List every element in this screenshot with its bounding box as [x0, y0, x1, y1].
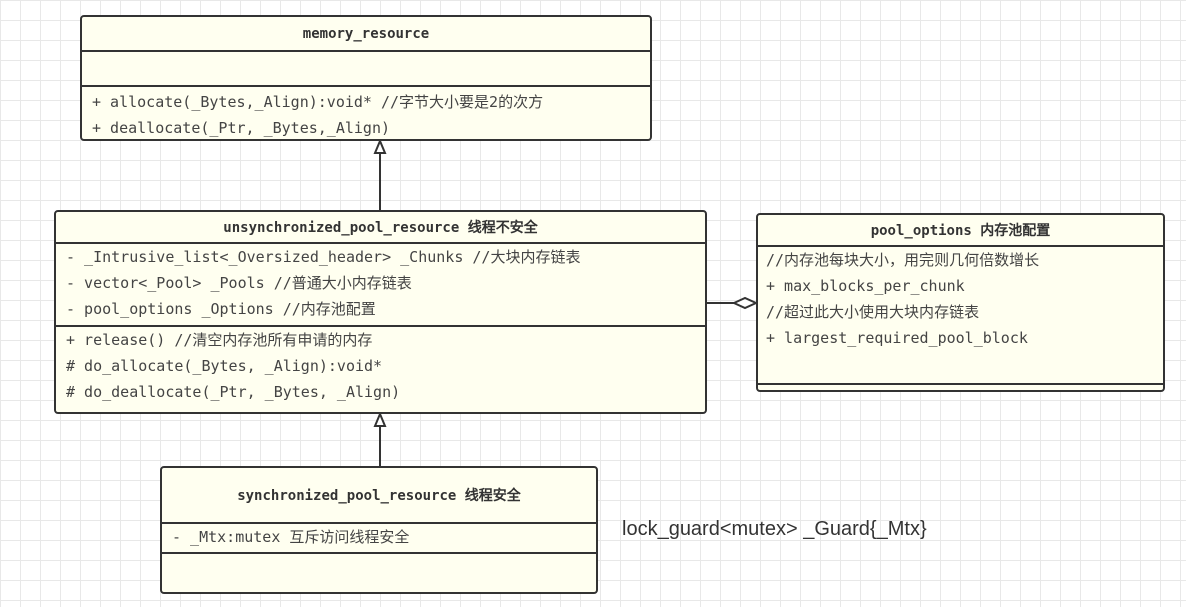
method: # do_allocate(_Bytes, _Align):void* — [66, 357, 383, 375]
comment: //内存池每块大小，用完则几何倍数增长 — [766, 251, 1040, 269]
attribute: - pool_options _Options //内存池配置 — [66, 300, 376, 318]
attribute: - _Intrusive_list<_Oversized_header> _Ch… — [66, 248, 581, 266]
methods-section: + allocate(_Bytes,_Align):void* //字节大小要是… — [82, 87, 650, 143]
inheritance-arrow-sync-to-unsync — [373, 411, 387, 466]
class-title: unsynchronized_pool_resource 线程不安全 — [56, 212, 705, 244]
class-title: memory_resource — [82, 17, 650, 52]
inheritance-arrow-unsync-to-memory — [373, 138, 387, 210]
methods-section — [162, 554, 596, 558]
attributes-section: //内存池每块大小，用完则几何倍数增长 + max_blocks_per_chu… — [758, 247, 1163, 385]
attributes-section: - _Mtx:mutex 互斥访问线程安全 — [162, 524, 596, 554]
method: + release() //清空内存池所有申请的内存 — [66, 331, 373, 349]
method: # do_deallocate(_Ptr, _Bytes, _Align) — [66, 383, 401, 401]
class-title: pool_options 内存池配置 — [758, 215, 1163, 247]
comment: //超过此大小使用大块内存链表 — [766, 303, 980, 321]
aggregation-link-options — [706, 296, 759, 310]
attribute: + max_blocks_per_chunk — [766, 277, 965, 295]
method: + allocate(_Bytes,_Align):void* //字节大小要是… — [92, 93, 544, 111]
class-synchronized-pool-resource[interactable]: synchronized_pool_resource 线程安全 - _Mtx:m… — [160, 466, 598, 594]
attribute: + largest_required_pool_block — [766, 329, 1028, 347]
class-memory-resource[interactable]: memory_resource + allocate(_Bytes,_Align… — [80, 15, 652, 141]
methods-section — [758, 385, 1163, 389]
attributes-section: - _Intrusive_list<_Oversized_header> _Ch… — [56, 244, 705, 327]
class-pool-options[interactable]: pool_options 内存池配置 //内存池每块大小，用完则几何倍数增长 +… — [756, 213, 1165, 392]
attributes-section — [82, 52, 650, 87]
class-title: synchronized_pool_resource 线程安全 — [162, 468, 596, 524]
method: + deallocate(_Ptr, _Bytes,_Align) — [92, 119, 391, 137]
lock-guard-note: lock_guard<mutex> _Guard{_Mtx} — [622, 518, 927, 540]
methods-section: + release() //清空内存池所有申请的内存 # do_allocate… — [56, 327, 705, 407]
class-unsynchronized-pool-resource[interactable]: unsynchronized_pool_resource 线程不安全 - _In… — [54, 210, 707, 414]
attribute: - vector<_Pool> _Pools //普通大小内存链表 — [66, 274, 412, 292]
attribute: - _Mtx:mutex 互斥访问线程安全 — [172, 528, 410, 546]
